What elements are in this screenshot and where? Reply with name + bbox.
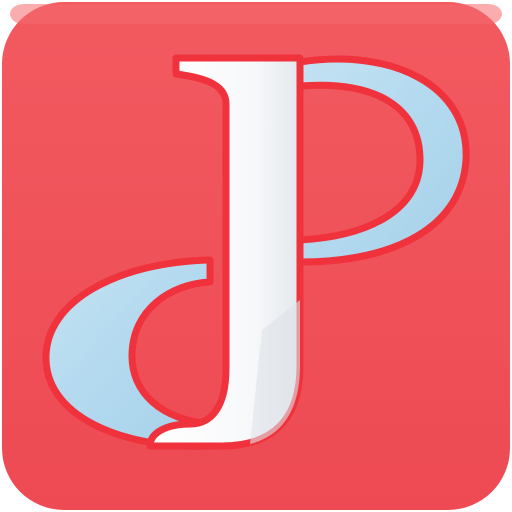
icon-top-highlight [10, 4, 502, 24]
icon-stage [0, 0, 512, 512]
app-icon[interactable] [0, 0, 512, 512]
